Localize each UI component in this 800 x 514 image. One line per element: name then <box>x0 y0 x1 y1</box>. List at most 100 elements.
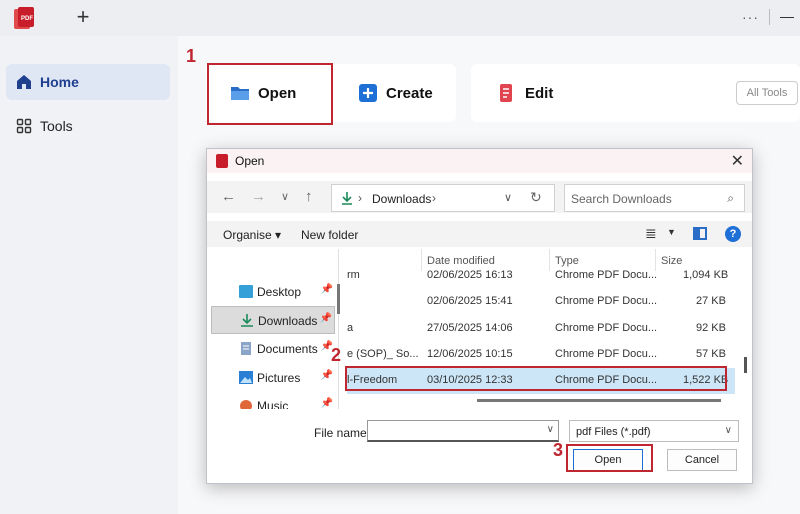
nav-item-documents[interactable]: Documents 📌 <box>211 335 335 363</box>
home-icon <box>17 75 31 89</box>
nav-item-music[interactable]: Music 📌 <box>211 392 335 409</box>
app-icon <box>216 154 228 168</box>
command-bar: Organise ▾ New folder ≣ ▼ ? <box>207 221 752 247</box>
file-row[interactable]: rm 02/06/2025 16:13 Chrome PDF Docu... 1… <box>347 263 735 289</box>
file-size: 92 KB <box>696 322 726 334</box>
nav-item-downloads[interactable]: Downloads 📌 <box>211 306 335 334</box>
file-size: 1,094 KB <box>683 269 729 281</box>
highlight-box <box>207 63 333 125</box>
file-row[interactable]: 02/06/2025 15:41 Chrome PDF Docu... 27 K… <box>347 289 735 315</box>
file-size: 27 KB <box>696 295 726 307</box>
preview-pane-icon[interactable] <box>693 227 707 240</box>
refresh-icon[interactable]: ↻ <box>530 189 542 206</box>
nav-item-label: Desktop <box>257 285 302 299</box>
sidebar-item-tools[interactable]: Tools <box>6 108 170 144</box>
nav-item-label: Pictures <box>257 371 301 385</box>
file-name-label: File name: <box>314 426 371 440</box>
sidebar-item-home[interactable]: Home <box>6 64 170 100</box>
nav-item-label: Music <box>257 399 289 409</box>
file-list-scrollbar[interactable] <box>744 357 747 373</box>
search-placeholder: Search Downloads <box>571 192 672 206</box>
pin-icon: 📌 <box>320 370 333 381</box>
file-date: 27/05/2025 14:06 <box>427 322 513 334</box>
file-row[interactable]: e (SOP)_ So... 12/06/2025 10:15 Chrome P… <box>347 342 735 368</box>
horizontal-scrollbar[interactable] <box>477 399 721 402</box>
music-icon <box>240 400 252 409</box>
navigation-bar: ← → ∨ ↑ › Downloads › ∨ ↻ Search Downloa… <box>207 181 752 213</box>
new-folder-button[interactable]: New folder <box>301 228 358 242</box>
file-date: 02/06/2025 16:13 <box>427 269 513 281</box>
file-type: Chrome PDF Docu... <box>555 322 658 334</box>
nav-pane-scrollbar[interactable] <box>337 284 340 314</box>
edit-label: Edit <box>525 84 554 102</box>
file-type-select[interactable]: pdf Files (*.pdf) ∨ <box>569 420 739 442</box>
dialog-cancel-button[interactable]: Cancel <box>667 449 737 471</box>
address-dropdown-icon[interactable]: ∨ <box>504 191 512 204</box>
breadcrumb-chevron-icon[interactable]: › <box>432 191 436 205</box>
sidebar-item-label: Tools <box>40 118 73 134</box>
breadcrumb-separator: › <box>358 191 362 205</box>
download-icon <box>342 192 352 205</box>
forward-arrow-icon[interactable]: → <box>251 188 266 205</box>
file-name: rm <box>347 269 360 281</box>
file-type-value: pdf Files (*.pdf) <box>576 426 651 438</box>
file-size: 57 KB <box>696 348 726 360</box>
open-file-dialog: Open ✕ ← → ∨ ↑ › Downloads › ∨ ↻ Search … <box>206 148 753 484</box>
window-controls: ··· <box>742 6 800 28</box>
download-icon <box>241 314 253 327</box>
pin-icon: 📌 <box>319 313 332 324</box>
nav-item-label: Downloads <box>258 314 318 328</box>
file-date: 12/06/2025 10:15 <box>427 348 513 360</box>
search-icon: ⌕ <box>727 191 734 205</box>
edit-button[interactable]: Edit <box>497 83 553 103</box>
up-arrow-icon[interactable]: ↑ <box>305 188 313 205</box>
recent-locations-icon[interactable]: ∨ <box>281 190 289 203</box>
pictures-icon <box>239 371 253 384</box>
grid-icon <box>16 118 32 134</box>
step-number: 1 <box>186 46 197 66</box>
divider <box>769 9 770 25</box>
view-dropdown-icon[interactable]: ▼ <box>667 227 676 237</box>
create-button[interactable]: Create <box>358 83 433 103</box>
title-bar: PDF + ··· <box>0 0 800 36</box>
svg-text:PDF: PDF <box>21 16 33 22</box>
back-arrow-icon[interactable]: ← <box>221 188 236 205</box>
pin-icon: 📌 <box>320 284 333 295</box>
breadcrumb-folder[interactable]: Downloads <box>372 192 431 206</box>
chevron-down-icon: ∨ <box>724 425 732 436</box>
navigation-pane: Desktop 📌 Downloads 📌 Documents 📌 Pictur… <box>211 249 339 409</box>
plus-icon <box>359 84 377 102</box>
file-type: Chrome PDF Docu... <box>555 348 658 360</box>
pin-icon: 📌 <box>320 398 333 409</box>
file-name: a <box>347 322 354 334</box>
close-icon[interactable]: ✕ <box>731 151 744 171</box>
more-options-icon[interactable]: ··· <box>742 9 759 25</box>
sidebar-item-label: Home <box>40 74 79 90</box>
file-row[interactable]: a 27/05/2025 14:06 Chrome PDF Docu... 92… <box>347 316 735 342</box>
file-type: Chrome PDF Docu... <box>555 269 658 281</box>
help-icon[interactable]: ? <box>725 226 741 242</box>
minimize-icon[interactable] <box>780 16 794 18</box>
nav-item-label: Documents <box>257 342 318 356</box>
organise-menu[interactable]: Organise ▾ <box>223 228 281 242</box>
new-tab-button[interactable]: + <box>72 6 94 30</box>
nav-item-desktop[interactable]: Desktop 📌 <box>211 278 335 306</box>
chevron-down-icon[interactable]: ∨ <box>547 424 554 435</box>
highlight-box <box>566 444 653 472</box>
all-tools-button[interactable]: All Tools <box>736 81 798 105</box>
nav-item-pictures[interactable]: Pictures 📌 <box>211 364 335 392</box>
address-bar[interactable]: › Downloads › ∨ ↻ <box>331 184 555 212</box>
create-label: Create <box>386 84 433 102</box>
sidebar: Home Tools <box>0 36 178 514</box>
file-type: Chrome PDF Docu... <box>555 295 658 307</box>
documents-icon <box>241 342 251 355</box>
file-name: e (SOP)_ So... <box>347 348 419 360</box>
file-name-input[interactable]: ∨ <box>367 420 559 442</box>
view-options-icon[interactable]: ≣ <box>645 225 657 242</box>
file-date: 02/06/2025 15:41 <box>427 295 513 307</box>
app-logo-icon[interactable]: PDF <box>8 4 38 34</box>
search-input[interactable]: Search Downloads ⌕ <box>564 184 745 212</box>
edit-document-icon <box>500 84 512 102</box>
desktop-icon <box>239 285 253 298</box>
dialog-title: Open <box>235 154 265 168</box>
